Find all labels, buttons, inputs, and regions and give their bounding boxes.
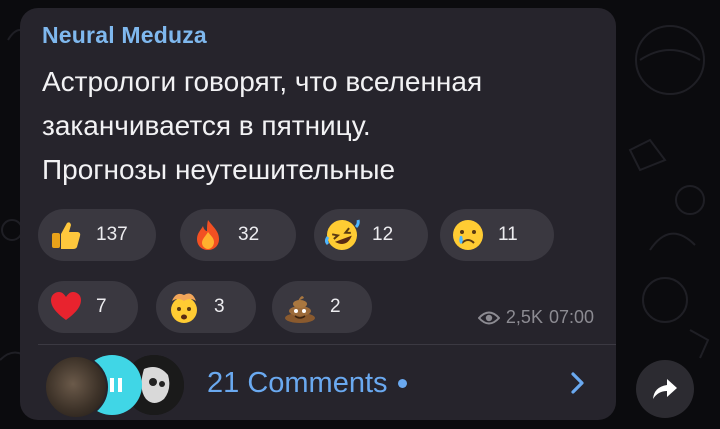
message-bubble[interactable]: Neural Meduza Астрологи говорят, что все… [20, 8, 616, 420]
avatar [44, 355, 108, 419]
reaction-fire[interactable]: 32 [180, 209, 296, 261]
reaction-count: 12 [372, 224, 394, 245]
reaction-thumbs-up[interactable]: 137 [38, 209, 156, 261]
reaction-rolling-laughing[interactable]: 12 [314, 209, 428, 261]
comments-label[interactable]: 21 Comments [207, 367, 407, 400]
red-heart-icon [48, 289, 84, 325]
message-text-line: Прогнозы неутешительные [42, 154, 396, 185]
reaction-count: 3 [214, 296, 225, 317]
unread-dot [397, 379, 407, 388]
eye-icon [477, 311, 500, 324]
reaction-poop[interactable]: 2 [272, 281, 372, 333]
message-meta: 2,5K 07:00 [477, 307, 594, 328]
rolling-laughing-icon [324, 217, 360, 253]
thumbs-up-icon [48, 217, 84, 253]
reaction-count: 11 [498, 224, 518, 245]
crying-icon [450, 217, 486, 253]
sender-name[interactable]: Neural Meduza [42, 22, 207, 49]
message-text-line: Астрологи говорят, что вселенная [42, 66, 483, 97]
comments-button[interactable]: 21 Comments [20, 345, 616, 420]
poop-icon [282, 289, 318, 325]
reaction-crying[interactable]: 11 [440, 209, 554, 261]
reaction-count: 7 [96, 296, 107, 317]
views-count: 2,5K [505, 307, 543, 327]
reaction-count: 137 [96, 224, 128, 245]
reaction-exploding-head[interactable]: 3 [156, 281, 256, 333]
reaction-count: 2 [330, 296, 341, 317]
fire-icon [190, 217, 226, 253]
reaction-count: 32 [238, 224, 260, 245]
reaction-red-heart[interactable]: 7 [38, 281, 138, 333]
share-arrow-icon [653, 379, 677, 399]
message-text: Астрологи говорят, что вселенная заканчи… [42, 60, 602, 192]
message-text-line: заканчивается в пятницу. [42, 110, 371, 141]
comments-count-label: 21 Comments [207, 367, 388, 399]
chevron-right-icon[interactable] [570, 371, 586, 395]
exploding-head-icon [166, 289, 202, 325]
message-time: 07:00 [548, 307, 594, 327]
share-button[interactable] [636, 360, 694, 418]
